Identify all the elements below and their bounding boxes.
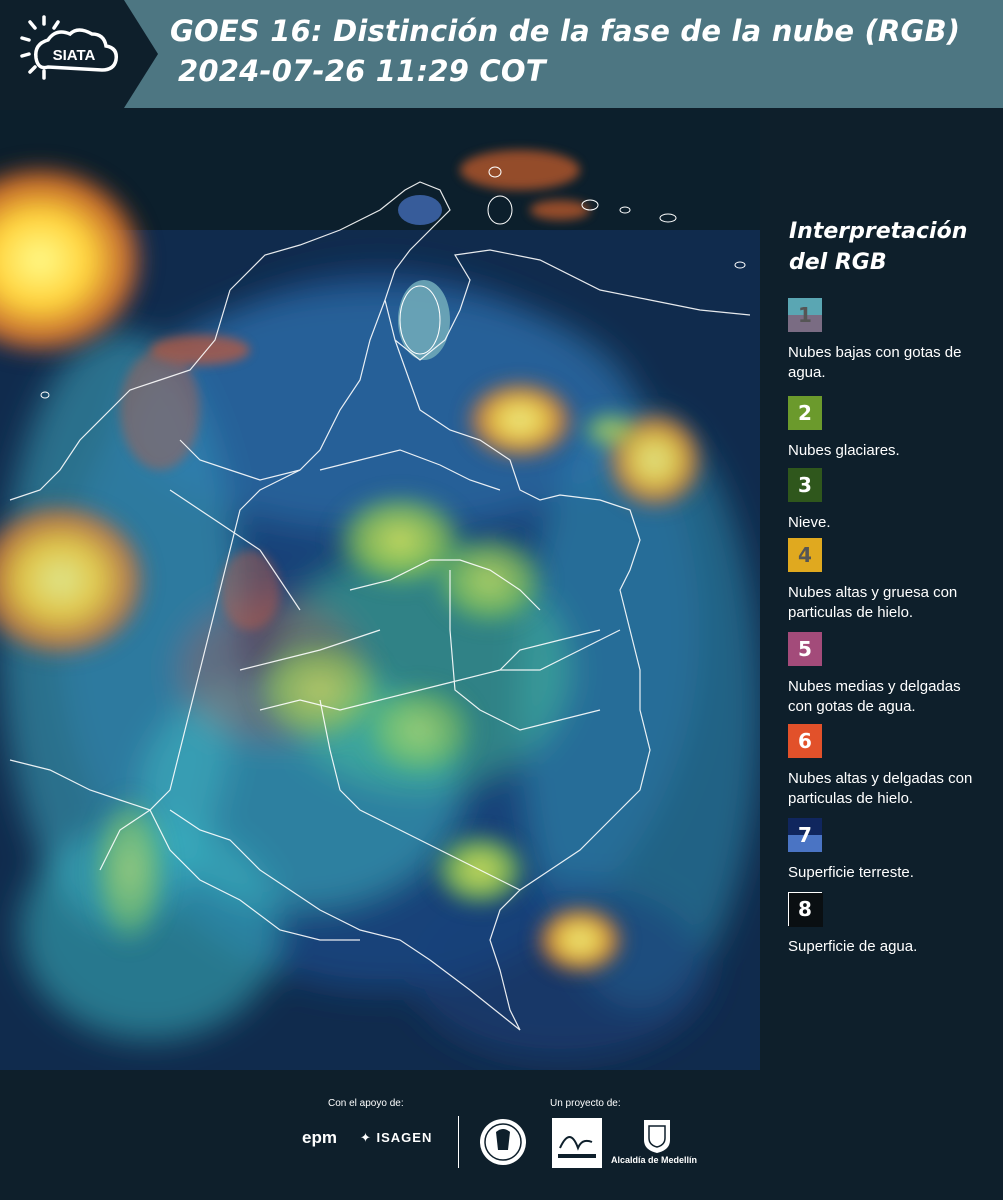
siata-logo: SIATA	[0, 0, 158, 108]
epm-logo: epm	[302, 1128, 337, 1147]
legend-title-line1: Interpretación	[789, 219, 968, 244]
legend-item-6: 6 Nubes altas y delgadas con particulas …	[788, 724, 988, 809]
isagen-label: ISAGEN	[376, 1130, 433, 1145]
legend-item-5: 5 Nubes medias y delgadas con gotas de a…	[788, 632, 988, 717]
project-label: Un proyecto de:	[550, 1098, 621, 1109]
alcaldia-label: Alcaldía de Medellín	[611, 1155, 698, 1165]
footer: Con el apoyo de: Un proyecto de: epm ✦ I…	[0, 1070, 1003, 1200]
legend-swatch: 8	[788, 892, 823, 927]
isagen-logo: ✦ ISAGEN	[360, 1130, 433, 1145]
legend-label: Nubes bajas con gotas de agua.	[788, 344, 962, 381]
alcaldia-crest-icon	[644, 1120, 670, 1153]
satellite-map[interactable]	[0, 110, 760, 1070]
legend-number: 1	[798, 303, 812, 327]
support-label: Con el apoyo de:	[328, 1098, 404, 1109]
legend-title-line2: del RGB	[789, 250, 887, 275]
legend-title: Interpretación del RGB	[789, 216, 967, 278]
legend-label: Nubes medias y delgadas con gotas de agu…	[788, 678, 961, 715]
legend-item-2: 2 Nubes glaciares.	[788, 396, 988, 461]
legend-panel: Interpretación del RGB 1 Nubes bajas con…	[760, 110, 1003, 1070]
logo-text: SIATA	[53, 47, 96, 64]
legend-number: 3	[798, 473, 812, 497]
header: SIATA GOES 16: Distinción de la fase de …	[0, 0, 1003, 108]
legend-swatch: 5	[788, 632, 822, 666]
legend-label: Nieve.	[788, 514, 831, 531]
legend-swatch: 1	[788, 298, 822, 332]
legend-item-4: 4 Nubes altas y gruesa con particulas de…	[788, 538, 988, 623]
legend-number: 8	[798, 897, 812, 921]
legend-label: Nubes glaciares.	[788, 442, 900, 459]
legend-number: 7	[798, 823, 812, 847]
page-timestamp: 2024-07-26 11:29 COT	[178, 54, 546, 88]
legend-label: Nubes altas y delgadas con particulas de…	[788, 770, 973, 807]
legend-swatch: 6	[788, 724, 822, 758]
legend-swatch: 3	[788, 468, 822, 502]
legend-label: Nubes altas y gruesa con particulas de h…	[788, 584, 958, 621]
legend-number: 6	[798, 729, 812, 753]
legend-swatch: 4	[788, 538, 822, 572]
legend-item-8: 8 Superficie de agua.	[788, 892, 988, 957]
legend-number: 4	[798, 543, 812, 567]
legend-swatch: 7	[788, 818, 822, 852]
legend-number: 5	[798, 637, 812, 661]
legend-label: Superficie de agua.	[788, 938, 918, 955]
footer-divider	[458, 1116, 459, 1168]
area-metropolitana-logo-icon	[552, 1118, 602, 1168]
legend-item-1: 1 Nubes bajas con gotas de agua.	[788, 298, 988, 383]
legend-swatch: 2	[788, 396, 822, 430]
legend-item-7: 7 Superficie terreste.	[788, 818, 988, 883]
legend-number: 2	[798, 401, 812, 425]
legend-label: Superficie terreste.	[788, 864, 914, 881]
seal-icon	[480, 1119, 526, 1165]
legend-item-3: 3 Nieve.	[788, 468, 988, 533]
page-title: GOES 16: Distinción de la fase de la nub…	[170, 14, 961, 48]
